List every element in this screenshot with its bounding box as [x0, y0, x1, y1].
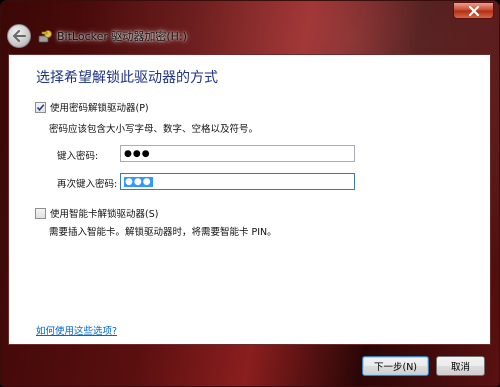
- cancel-button-label: 取消: [450, 362, 470, 373]
- bitlocker-window: BitLocker 驱动器加密(H:) 选择希望解锁此驱动器的方式 使用密码解锁…: [0, 0, 500, 387]
- title-bar: BitLocker 驱动器加密(H:): [7, 23, 487, 49]
- password-checkbox[interactable]: [35, 101, 46, 113]
- password-option-label: 使用密码解锁驱动器(P): [50, 103, 149, 114]
- close-button[interactable]: [453, 2, 494, 19]
- back-button[interactable]: [7, 24, 31, 48]
- smartcard-checkbox[interactable]: [35, 207, 46, 219]
- reenter-password-value: ●●●: [124, 176, 153, 187]
- smartcard-hint: 需要插入智能卡。解锁驱动器时，将需要智能卡 PIN。: [49, 227, 277, 238]
- page-title: 选择希望解锁此驱动器的方式: [36, 70, 218, 86]
- password-option[interactable]: 使用密码解锁驱动器(P): [35, 100, 149, 114]
- enter-password-input[interactable]: ●●●: [120, 145, 355, 162]
- bitlocker-key-icon: [38, 30, 52, 43]
- next-button[interactable]: 下一步(N): [362, 356, 429, 376]
- smartcard-option-label: 使用智能卡解锁驱动器(S): [50, 209, 159, 220]
- close-icon: [468, 5, 479, 16]
- cancel-button[interactable]: 取消: [436, 356, 485, 376]
- smartcard-option[interactable]: 使用智能卡解锁驱动器(S): [35, 206, 158, 220]
- help-link[interactable]: 如何使用这些选项?: [36, 323, 117, 337]
- window-title: BitLocker 驱动器加密(H:): [57, 30, 187, 43]
- reenter-password-input[interactable]: ●●●: [120, 173, 355, 190]
- dialog-content: 选择希望解锁此驱动器的方式 使用密码解锁驱动器(P) 密码应该包含大小写字母、数…: [8, 54, 491, 345]
- back-arrow-icon: [13, 30, 26, 42]
- checkmark-icon: [36, 103, 45, 111]
- enter-password-value: ●●●: [124, 148, 151, 159]
- next-button-label: 下一步(N): [373, 362, 418, 373]
- enter-password-label: 键入密码:: [57, 151, 99, 162]
- reenter-password-label: 再次键入密码:: [57, 179, 118, 190]
- password-hint: 密码应该包含大小写字母、数字、空格以及符号。: [49, 124, 259, 135]
